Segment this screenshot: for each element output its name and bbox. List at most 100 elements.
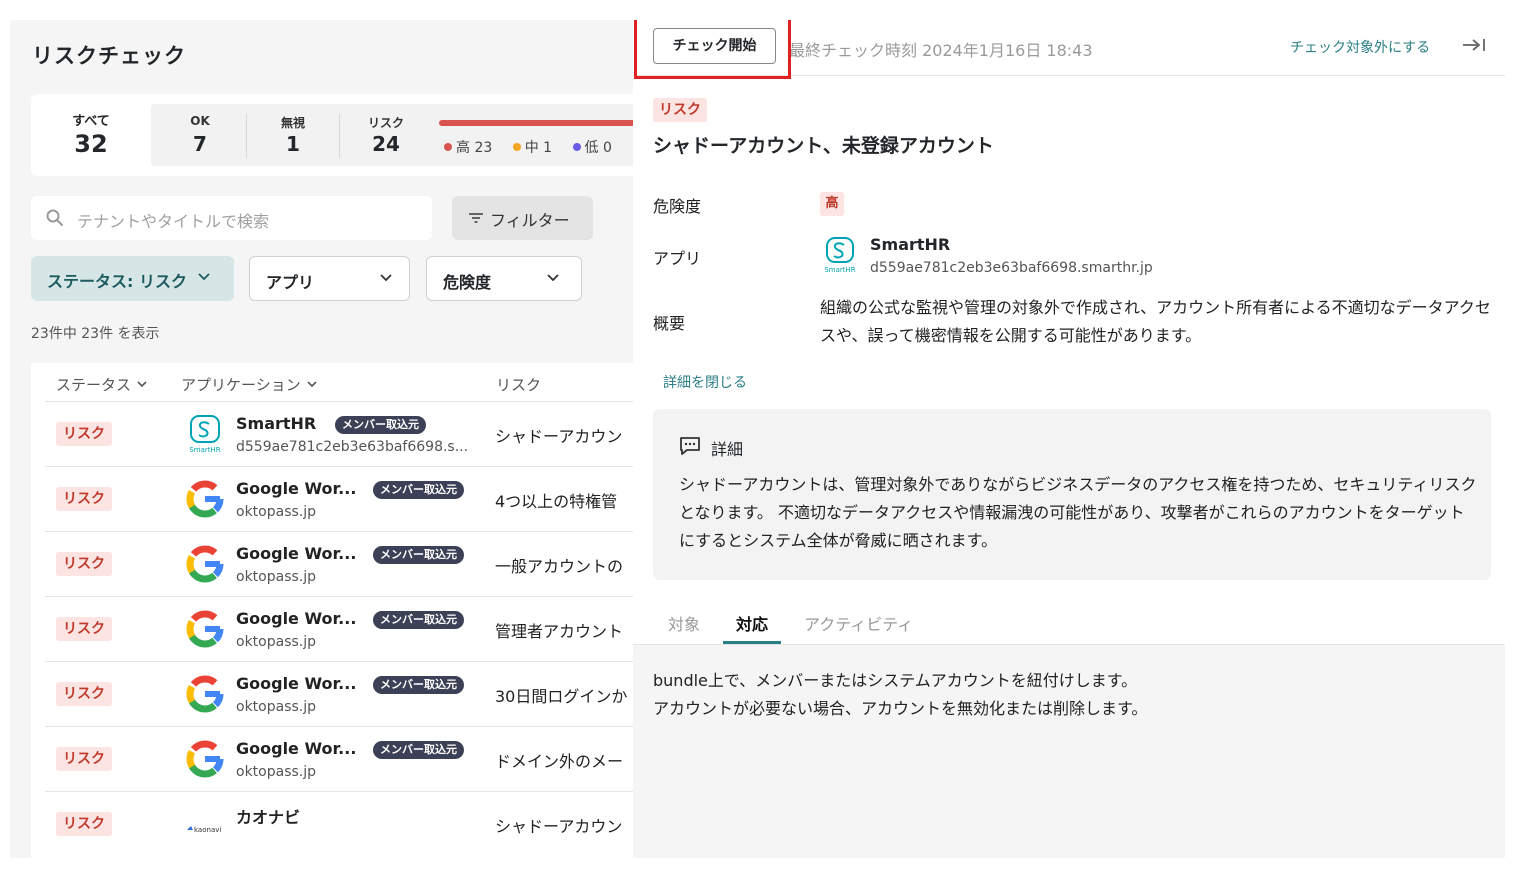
risk-detail-title: シャドーアカウント、未登録アカウント bbox=[653, 135, 994, 157]
table-rows: リスク SmartHR SmartHR メンバー取込元 d559ae781c2e… bbox=[45, 401, 650, 856]
severity-filter-label: 危険度 bbox=[443, 273, 492, 292]
table-row[interactable]: リスク kaonavi カオナビ シャドーアカウン bbox=[45, 791, 650, 856]
member-source-badge: メンバー取込元 bbox=[373, 676, 464, 694]
app-domain: oktopass.jp bbox=[236, 569, 317, 585]
status-badge: リスク bbox=[56, 552, 112, 576]
google-logo-icon bbox=[186, 480, 224, 518]
detail-app-domain: d559ae781c2eb3e63baf6698.smarthr.jp bbox=[870, 260, 1153, 276]
highlight-frame bbox=[634, 20, 791, 79]
detail-app-name: SmartHR bbox=[870, 235, 951, 254]
summary-all-count: 32 bbox=[74, 130, 108, 158]
severity-legend: 高 23 中 1 低 0 bbox=[444, 137, 628, 157]
google-logo-icon bbox=[186, 610, 224, 648]
summary-ok-label: OK bbox=[190, 114, 210, 128]
risk-title: 30日間ログインか bbox=[495, 687, 628, 706]
table-row[interactable]: リスク Google Wor... メンバー取込元 oktopass.jp 4つ… bbox=[45, 466, 650, 531]
status-badge: リスク bbox=[56, 812, 112, 836]
app-name: Google Wor... bbox=[236, 609, 357, 628]
member-source-badge: メンバー取込元 bbox=[373, 611, 464, 629]
app-domain: oktopass.jp bbox=[236, 504, 317, 520]
detail-heading: 詳細 bbox=[711, 440, 744, 459]
chevron-down-icon bbox=[198, 273, 210, 281]
risk-title: 管理者アカウント bbox=[495, 622, 624, 641]
header-risk: リスク bbox=[496, 376, 542, 394]
severity-filter-dropdown[interactable]: 危険度 bbox=[426, 256, 582, 301]
app-name: Google Wor... bbox=[236, 674, 357, 693]
app-filter-label: アプリ bbox=[266, 273, 315, 292]
chevron-down-icon bbox=[380, 274, 392, 282]
tab-activity[interactable]: アクティビティ bbox=[804, 611, 913, 635]
status-badge: リスク bbox=[56, 682, 112, 706]
risk-title: シャドーアカウン bbox=[495, 427, 623, 446]
risk-detail-panel: チェック開始 最終チェック時刻 2024年1月16日 18:43 チェック対象外… bbox=[633, 20, 1505, 858]
result-count: 23件中 23件 を表示 bbox=[31, 326, 160, 342]
status-filter-dropdown[interactable]: ステータス: リスク bbox=[31, 256, 234, 301]
app-name: Google Wor... bbox=[236, 739, 357, 758]
filter-icon bbox=[469, 213, 483, 223]
last-check-time: 最終チェック時刻 2024年1月16日 18:43 bbox=[789, 41, 1093, 60]
detail-body: シャドーアカウントは、管理対象外でありながらビジネスデータのアクセス権を持つため… bbox=[679, 475, 1477, 550]
summary-ignore[interactable]: 無視 1 bbox=[246, 104, 340, 166]
svg-text:SmartHR: SmartHR bbox=[824, 266, 855, 274]
status-badge: リスク bbox=[56, 617, 112, 641]
severity-medium-label: 中 1 bbox=[524, 140, 553, 156]
svg-text:kaonavi: kaonavi bbox=[194, 826, 221, 834]
comment-icon bbox=[680, 437, 700, 455]
tab-response[interactable]: 対応 bbox=[736, 611, 768, 635]
app-filter-dropdown[interactable]: アプリ bbox=[249, 256, 410, 301]
header-application-label: アプリケーション bbox=[181, 376, 301, 394]
app-field-label: アプリ bbox=[653, 249, 702, 268]
table-row[interactable]: リスク Google Wor... メンバー取込元 oktopass.jp 管理… bbox=[45, 596, 650, 661]
risk-title: シャドーアカウン bbox=[495, 817, 623, 836]
tab-target[interactable]: 対象 bbox=[668, 611, 700, 635]
summary-ok-count: 7 bbox=[193, 132, 207, 156]
risk-status-tag: リスク bbox=[653, 98, 707, 122]
risk-table: ステータス アプリケーション リスク リスク SmartHR SmartHR メ… bbox=[31, 363, 650, 858]
summary-risk-label: リスク bbox=[367, 116, 404, 130]
filter-button[interactable]: フィルター bbox=[452, 196, 593, 240]
table-row[interactable]: リスク Google Wor... メンバー取込元 oktopass.jp ドメ… bbox=[45, 726, 650, 791]
detail-section: 詳細 シャドーアカウントは、管理対象外でありながらビジネスデータのアクセス権を持… bbox=[653, 409, 1491, 580]
kaonavi-logo-icon: kaonavi bbox=[187, 826, 221, 834]
severity-low-label: 低 0 bbox=[584, 140, 612, 156]
header-status-label: ステータス bbox=[56, 376, 132, 394]
header-status[interactable]: ステータス bbox=[56, 374, 147, 395]
collapse-panel-icon[interactable] bbox=[1462, 37, 1486, 53]
summary-card: すべて 32 OK 7 無視 1 リスク 24 高 23 中 1 低 0 bbox=[31, 94, 650, 176]
smarthr-logo-icon: SmartHR bbox=[189, 415, 221, 454]
app-name: Google Wor... bbox=[236, 544, 357, 563]
summary-risk[interactable]: リスク 24 bbox=[339, 104, 433, 166]
tab-content: bundle上で、メンバーまたはシステムアカウントを紐付けします。 アカウントが… bbox=[633, 645, 1505, 858]
chevron-down-icon bbox=[307, 381, 317, 388]
app-name: Google Wor... bbox=[236, 479, 357, 498]
filter-button-label: フィルター bbox=[490, 211, 570, 230]
summary-risk-count: 24 bbox=[372, 132, 400, 156]
member-source-badge: メンバー取込元 bbox=[373, 546, 464, 564]
summary-ok[interactable]: OK 7 bbox=[153, 104, 247, 166]
table-row[interactable]: リスク Google Wor... メンバー取込元 oktopass.jp 30… bbox=[45, 661, 650, 726]
detail-tabs: 対象 対応 アクティビティ bbox=[633, 596, 1505, 645]
member-source-badge: メンバー取込元 bbox=[335, 416, 426, 434]
table-row[interactable]: リスク SmartHR SmartHR メンバー取込元 d559ae781c2e… bbox=[45, 401, 650, 466]
table-row[interactable]: リスク Google Wor... メンバー取込元 oktopass.jp 一般… bbox=[45, 531, 650, 596]
svg-text:SmartHR: SmartHR bbox=[189, 446, 220, 454]
header-application[interactable]: アプリケーション bbox=[181, 374, 317, 395]
summary-field-label: 概要 bbox=[653, 314, 686, 333]
chevron-down-icon bbox=[137, 381, 147, 388]
exclude-from-check-link[interactable]: チェック対象外にする bbox=[1290, 37, 1430, 57]
search-input[interactable]: テナントやタイトルで検索 bbox=[31, 196, 432, 240]
search-icon bbox=[46, 209, 63, 226]
google-logo-icon bbox=[186, 675, 224, 713]
summary-ignore-label: 無視 bbox=[280, 116, 305, 130]
google-logo-icon bbox=[186, 545, 224, 583]
chevron-down-icon bbox=[547, 274, 559, 282]
app-domain: oktopass.jp bbox=[236, 764, 317, 780]
close-details-link[interactable]: 詳細を閉じる bbox=[663, 372, 747, 392]
summary-all[interactable]: すべて 32 bbox=[31, 94, 151, 176]
risk-severity-bar bbox=[439, 120, 650, 126]
member-source-badge: メンバー取込元 bbox=[373, 481, 464, 499]
app-domain: d559ae781c2eb3e63baf6698.s... bbox=[236, 439, 469, 455]
summary-text: 組織の公式な監視や管理の対象外で作成され、アカウント所有者による不適切なデータア… bbox=[820, 298, 1491, 345]
app-domain: oktopass.jp bbox=[236, 699, 317, 715]
google-logo-icon bbox=[186, 740, 224, 778]
